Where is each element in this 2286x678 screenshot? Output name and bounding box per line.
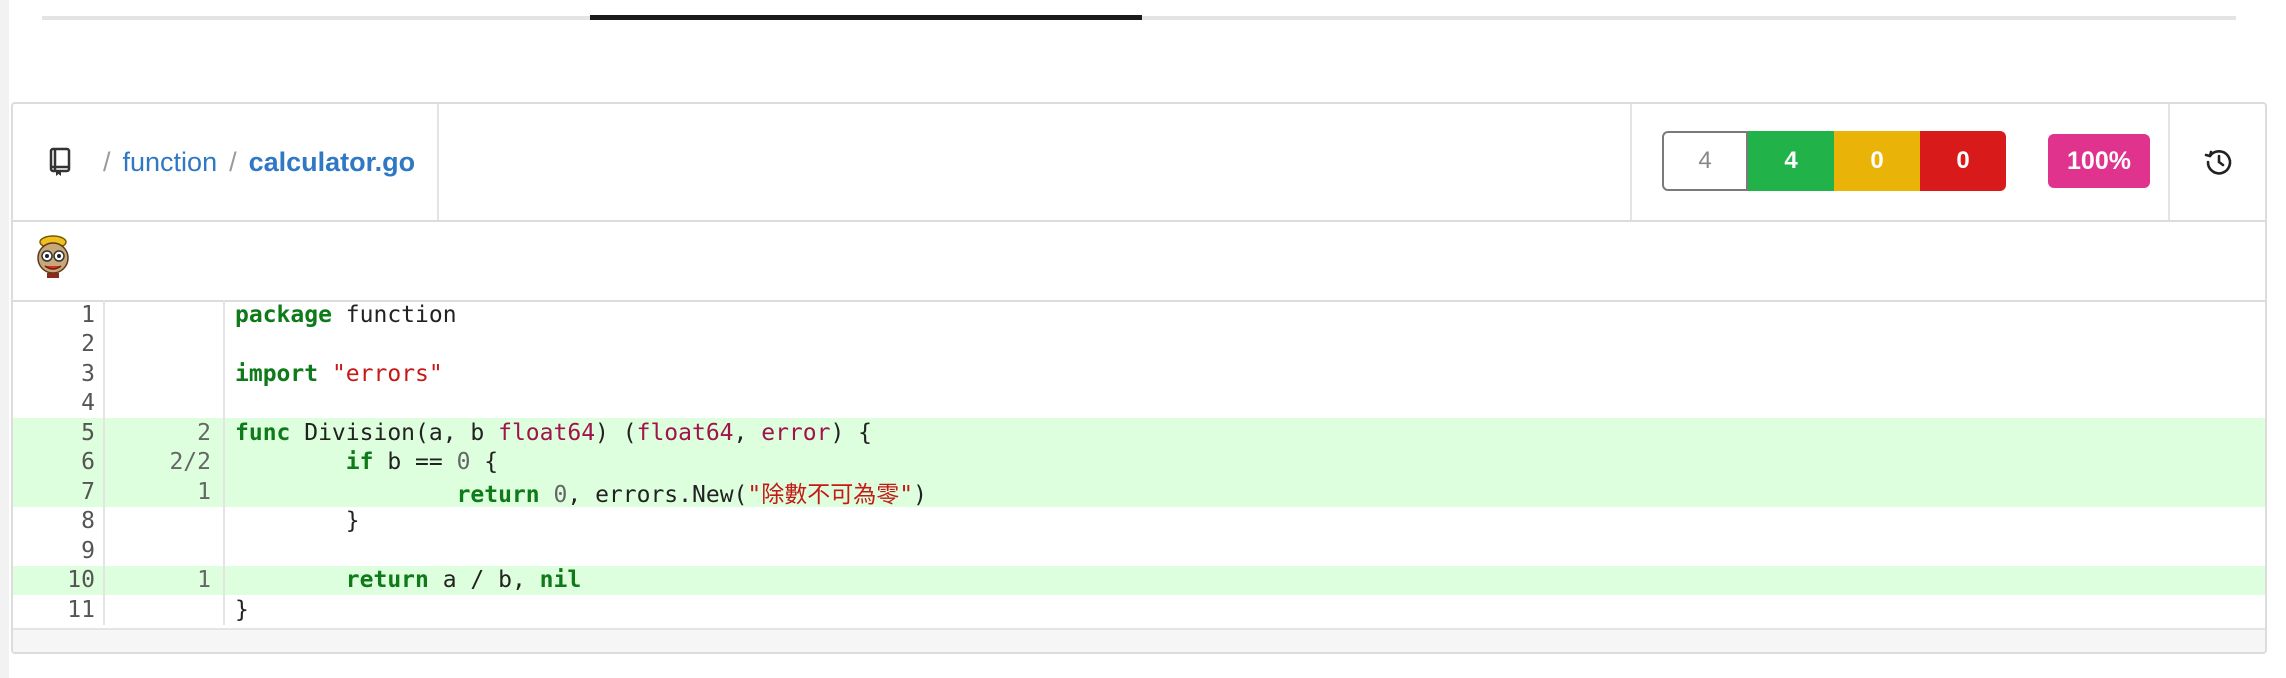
code-token: if [345,449,374,476]
source-code-view: 1 package function 2 3 import "errors" 4 5 2 fun… [13,300,2265,628]
line-number[interactable]: 11 [13,597,103,623]
code-token: "除數不可為零" [747,481,914,508]
source-line: package function [225,302,457,328]
line-number[interactable]: 7 [13,479,103,505]
code-token: , errors.New( [567,481,748,508]
code-token: float64 [636,419,734,446]
active-tab-indicator[interactable] [590,15,1142,20]
code-line: 5 2 func Division(a, b float64) (float64, … [13,418,2265,448]
code-token: ) { [830,419,873,446]
code-token: return [345,567,429,594]
line-number[interactable]: 3 [13,361,103,387]
partial-lines-badge: 0 [1834,131,1920,191]
line-number[interactable]: 9 [13,538,103,564]
horizontal-scrollbar[interactable] [13,628,2265,652]
hit-count: 2 [103,418,225,448]
code-token: ) [913,481,927,508]
code-line: 6 2/2 if b == 0 { [13,447,2265,477]
code-token: return [456,481,540,508]
source-line: return a / b, nil [225,567,581,593]
coverage-percent-badge: 100% [2048,134,2150,188]
line-number[interactable]: 5 [13,420,103,446]
line-number[interactable]: 2 [13,331,103,357]
hit-count: 2/2 [103,447,225,477]
code-line: 3 import "errors" [13,359,2265,389]
source-line: } [225,508,360,534]
code-line: 71 return 0, errors.New("除數不可為零") [13,475,2265,509]
source-line: return 0, errors.New("除數不可為零") [225,475,927,509]
code-token: function [331,301,457,328]
source-line: if b == 0 { [225,449,498,475]
code-token: a / b, [428,567,540,594]
coverage-stats: 4 4 0 0 100% [1630,104,2170,220]
hit-count [103,359,225,389]
line-number[interactable]: 8 [13,508,103,534]
history-icon [2204,150,2231,175]
gopher-avatar-icon[interactable] [33,234,73,278]
code-token: , [733,419,762,446]
code-token: Division(a, b [290,419,499,446]
file-coverage-panel: / function / calculator.go 4 4 0 0 100% [11,102,2267,654]
missed-lines-badge: 0 [1920,131,2006,191]
code-token: } [235,508,360,535]
code-token: func [235,419,291,446]
repo-book-icon[interactable] [49,147,71,177]
breadcrumb-separator: / [229,146,237,177]
breadcrumb: / function / calculator.go [13,104,439,220]
code-line: 1 package function [13,300,2265,330]
code-token: error [761,419,831,446]
code-token: import [235,360,319,387]
code-token: float64 [498,419,596,446]
code-line: 2 [13,329,2265,359]
code-line: 10 1 return a / b, nil [13,565,2265,595]
breadcrumb-folder-link[interactable]: function [123,147,218,178]
hit-count [103,329,225,359]
hit-count [103,388,225,418]
line-number[interactable]: 1 [13,302,103,328]
breadcrumb-separator: / [103,146,111,177]
tab-underline-bar [42,15,2236,20]
hit-lines-badge: 4 [1748,131,1834,191]
code-line: 11} [13,595,2265,625]
code-token: } [235,596,249,623]
code-token: nil [539,567,582,594]
history-button[interactable] [2170,104,2265,220]
line-number[interactable]: 6 [13,449,103,475]
source-line: import "errors" [225,361,443,387]
hit-count: 1 [103,565,225,595]
line-number[interactable]: 10 [13,567,103,593]
code-token: { [470,449,499,476]
hit-count [103,300,225,330]
code-line: 4 [13,388,2265,418]
code-line: 9 [13,536,2265,566]
source-line: } [225,597,249,623]
line-number[interactable]: 4 [13,390,103,416]
code-token: 0 [553,481,568,508]
code-token: "errors" [331,360,443,387]
author-row [13,220,2265,302]
hit-count [103,536,225,566]
code-line: 8 } [13,506,2265,536]
source-line: func Division(a, b float64) (float64, er… [225,420,872,446]
left-gutter-shade [0,0,9,678]
file-header: / function / calculator.go 4 4 0 0 100% [13,104,2265,222]
code-token: 0 [456,449,471,476]
code-token: ) ( [595,419,637,446]
hit-count [103,595,225,625]
code-token: b == [373,449,457,476]
breadcrumb-file-link[interactable]: calculator.go [249,147,416,178]
hit-count: 1 [103,477,225,507]
code-token: package [235,301,332,328]
total-lines-badge: 4 [1662,131,1748,191]
hit-count [103,506,225,536]
